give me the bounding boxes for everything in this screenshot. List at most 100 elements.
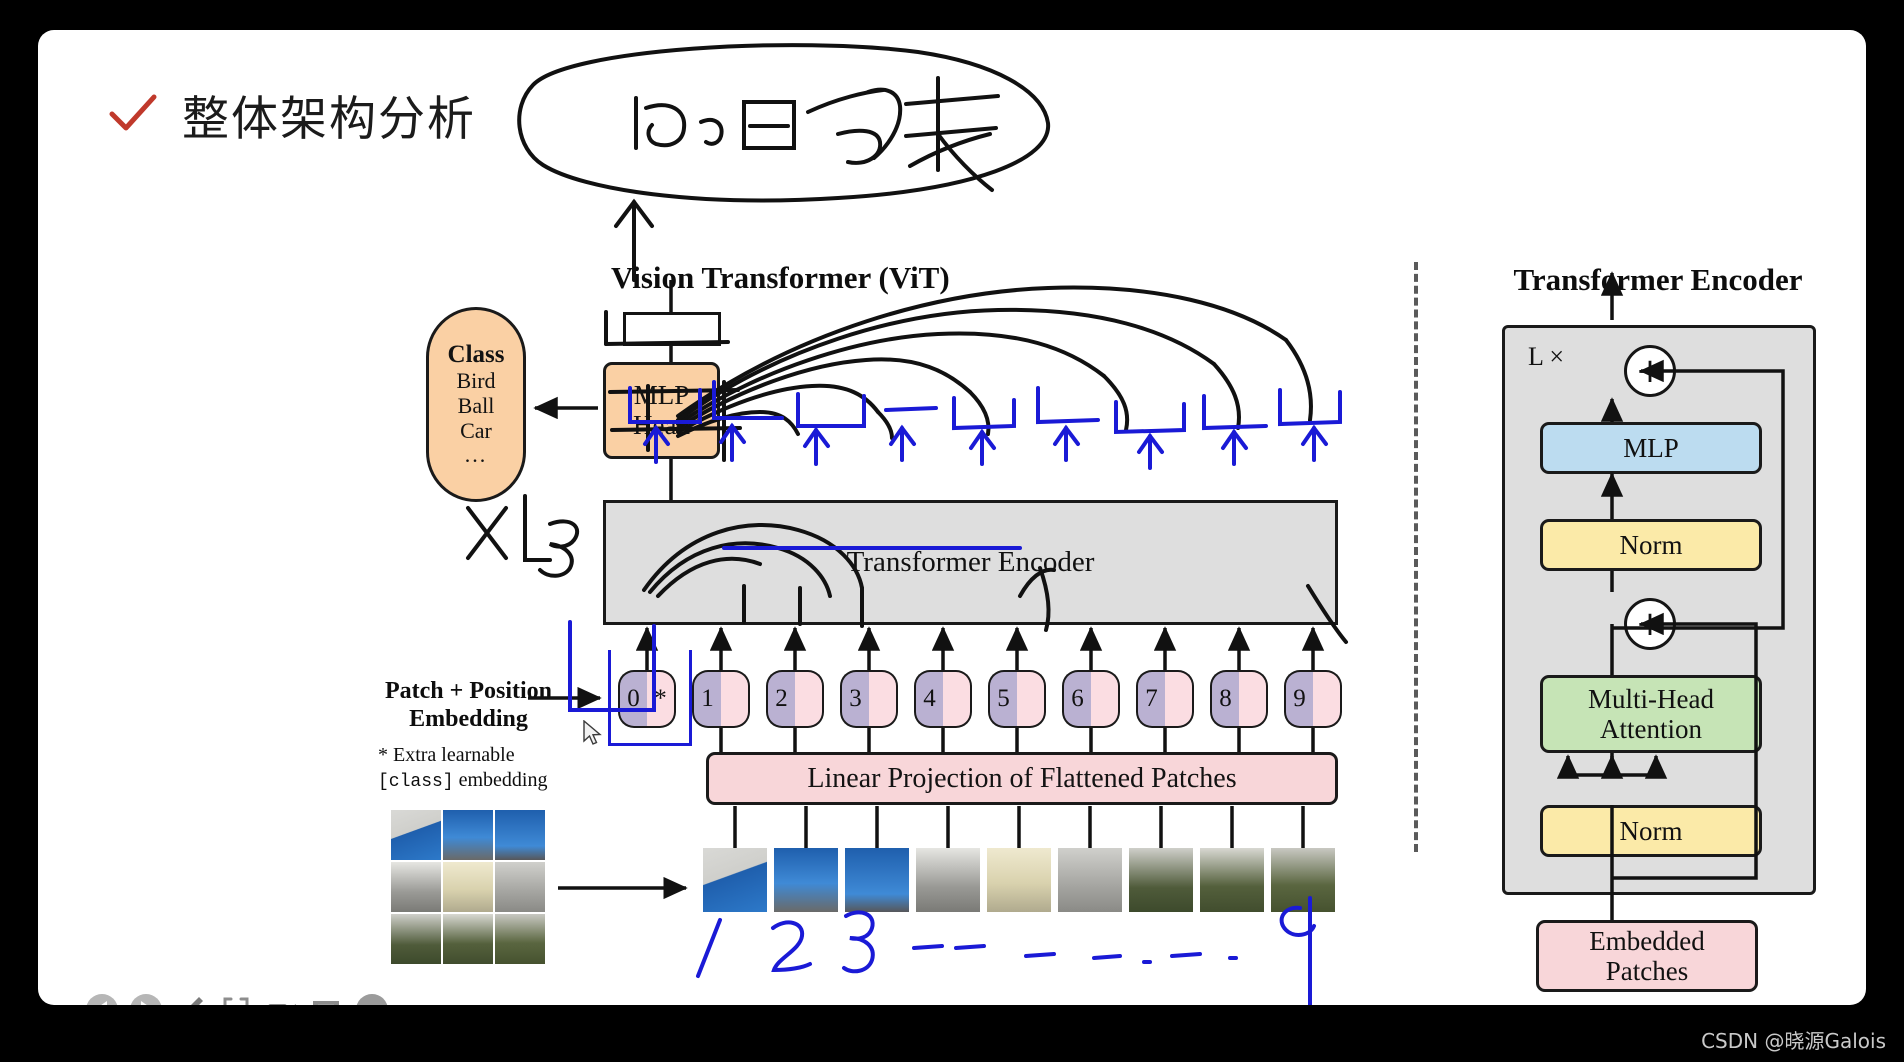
- slide-canvas: 整体架构分析 Vision Transformer (ViT) Class Bi…: [38, 30, 1866, 1005]
- token-embedding-5: [1017, 670, 1046, 728]
- source-patch-9: [495, 914, 545, 964]
- embedded-patches-box: Embedded Patches: [1536, 920, 1758, 992]
- token-7: 7: [1136, 670, 1194, 728]
- token-1: 1: [692, 670, 750, 728]
- source-image-patch-grid: [391, 810, 547, 965]
- token-position-4: 4: [914, 670, 943, 728]
- transformer-encoder-band: Transformer Encoder: [603, 500, 1338, 625]
- token-0: 0 *: [618, 670, 676, 728]
- embedded-patches-line2: Patches: [1605, 956, 1689, 986]
- source-patch-4: [391, 862, 441, 912]
- more-button[interactable]: [354, 992, 390, 1005]
- pen-button[interactable]: [173, 992, 209, 1005]
- token-position-6: 6: [1062, 670, 1091, 728]
- attention-line2: Attention: [1599, 714, 1702, 744]
- record-button[interactable]: [264, 992, 300, 1005]
- video-camera-icon: [268, 1004, 296, 1005]
- page-title: 整体架构分析: [106, 80, 476, 149]
- panel-divider: [1414, 262, 1418, 852]
- page-title-text: 整体架构分析: [182, 92, 476, 147]
- token-8: 8: [1210, 670, 1268, 728]
- flattened-patch-7: [1129, 848, 1193, 912]
- speech-bubble-icon: [313, 1001, 339, 1005]
- token-position-3: 3: [840, 670, 869, 728]
- play-button[interactable]: [128, 992, 164, 1005]
- embedded-patches-line1: Embedded: [1589, 925, 1705, 956]
- class-output-box: Class Bird Ball Car ...: [426, 307, 526, 502]
- token-embedding-6: [1091, 670, 1120, 728]
- source-patch-5: [443, 862, 493, 912]
- screen: 整体架构分析 Vision Transformer (ViT) Class Bi…: [0, 0, 1904, 1062]
- flattened-patch-strip: [703, 848, 1343, 916]
- flattened-patch-3: [845, 848, 909, 912]
- token-4: 4: [914, 670, 972, 728]
- token-6: 6: [1062, 670, 1120, 728]
- encoder-norm-top-box: Norm: [1540, 519, 1762, 571]
- flattened-patch-1: [703, 848, 767, 912]
- check-icon: [109, 94, 157, 130]
- vit-heading: Vision Transformer (ViT): [611, 260, 950, 295]
- token-row: 0 * 1 2 3 4 5 6 7 8 9: [618, 670, 1342, 738]
- flattened-patch-5: [987, 848, 1051, 912]
- token-embedding-3: [869, 670, 898, 728]
- source-patch-3: [495, 810, 545, 860]
- extra-learnable-label: * Extra learnable [class] embedding: [378, 743, 578, 794]
- token-embedding-9: [1313, 670, 1342, 728]
- play-icon: [130, 994, 162, 1005]
- token-position-0: 0: [618, 670, 647, 728]
- output-token-box: [623, 312, 721, 346]
- watermark: CSDN @晓源Galois: [1701, 1029, 1886, 1053]
- source-patch-6: [495, 862, 545, 912]
- encoder-mlp-box: MLP: [1540, 422, 1762, 474]
- attention-line1: Multi-Head: [1588, 683, 1714, 714]
- mouse-cursor: [583, 720, 602, 745]
- token-5: 5: [988, 670, 1046, 728]
- focus-button[interactable]: [218, 992, 254, 1005]
- class-ellipsis: ...: [464, 442, 488, 468]
- token-position-1: 1: [692, 670, 721, 728]
- extra-learnable-class-token: [class]: [378, 772, 454, 792]
- mlp-head-line1: MLP: [633, 380, 690, 411]
- source-patch-1: [391, 810, 441, 860]
- extra-learnable-tail: embedding: [453, 769, 548, 791]
- encoder-attention-box: Multi-Head Attention: [1540, 675, 1762, 753]
- token-position-9: 9: [1284, 670, 1313, 728]
- focus-target-icon: [223, 997, 249, 1005]
- class-item-car: Car: [460, 417, 492, 443]
- flattened-patch-4: [916, 848, 980, 912]
- encoder-panel-title: Transformer Encoder: [1513, 262, 1803, 297]
- patch-position-embedding-label: Patch + Position Embedding: [371, 678, 566, 733]
- extra-learnable-line1: * Extra learnable: [378, 744, 515, 766]
- residual-add-mid: +: [1624, 598, 1676, 650]
- token-position-7: 7: [1136, 670, 1165, 728]
- comment-button[interactable]: [308, 992, 344, 1005]
- token-2: 2: [766, 670, 824, 728]
- token-embedding-1: [721, 670, 750, 728]
- flattened-patch-8: [1200, 848, 1264, 912]
- flattened-patch-9: [1271, 848, 1335, 912]
- residual-add-top: +: [1624, 345, 1676, 397]
- encoder-repeat-label: L ×: [1528, 342, 1565, 371]
- mlp-head-box: MLP Head: [603, 362, 720, 459]
- class-item-bird: Bird: [456, 368, 496, 394]
- mlp-head-line2: Head: [633, 409, 690, 440]
- source-patch-7: [391, 914, 441, 964]
- class-item-ball: Ball: [457, 392, 495, 418]
- patch-position-line1: Patch + Position: [384, 678, 552, 704]
- token-9: 9: [1284, 670, 1342, 728]
- patch-position-line2: Embedding: [409, 705, 528, 732]
- token-position-8: 8: [1210, 670, 1239, 728]
- flattened-patch-2: [774, 848, 838, 912]
- ellipsis-icon: [356, 994, 388, 1005]
- encoder-norm-bottom-box: Norm: [1540, 805, 1762, 857]
- pencil-icon: [191, 997, 203, 1005]
- token-position-5: 5: [988, 670, 1017, 728]
- token-position-2: 2: [766, 670, 795, 728]
- token-embedding-2: [795, 670, 824, 728]
- previous-button[interactable]: [84, 992, 120, 1005]
- token-embedding-8: [1239, 670, 1268, 728]
- source-patch-2: [443, 810, 493, 860]
- linear-projection-box: Linear Projection of Flattened Patches: [706, 752, 1338, 805]
- flattened-patch-6: [1058, 848, 1122, 912]
- source-patch-8: [443, 914, 493, 964]
